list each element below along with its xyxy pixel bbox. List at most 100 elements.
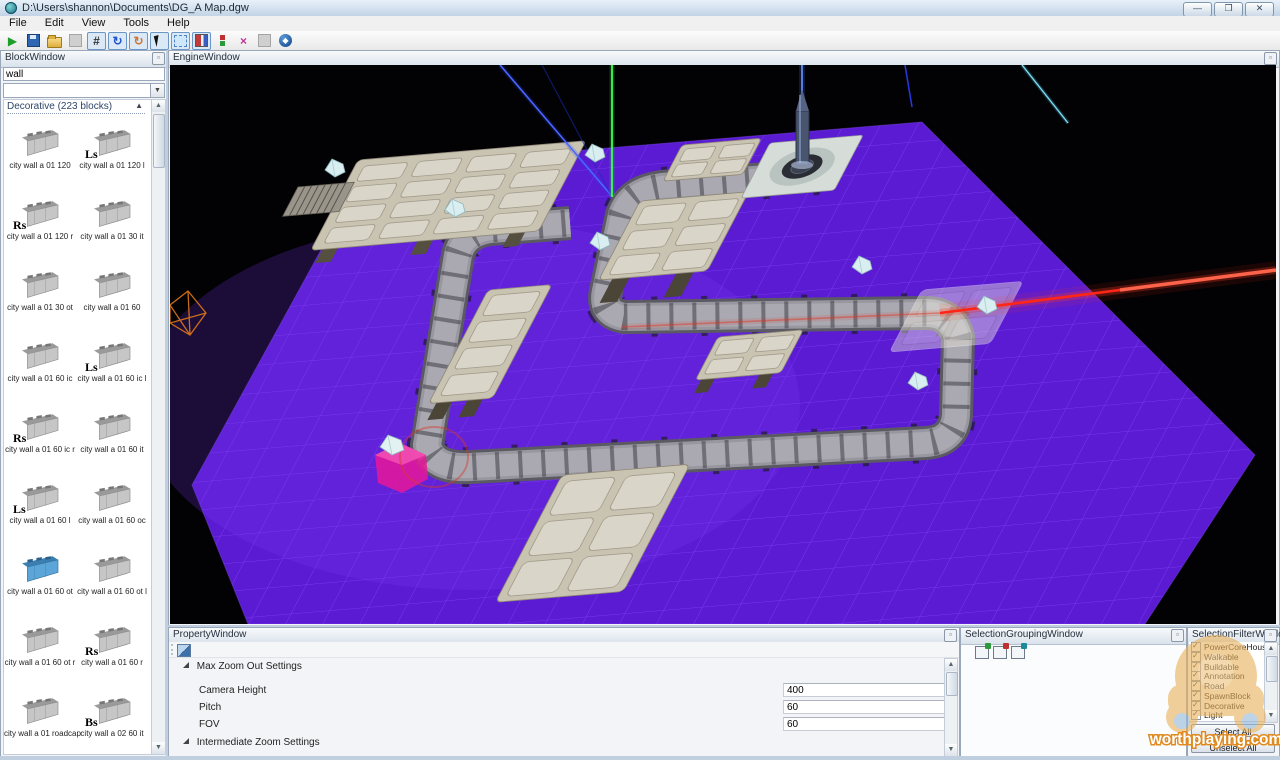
scroll-up-icon[interactable]: ▲ — [1265, 643, 1277, 655]
rotate-cw-icon[interactable]: ↻ — [108, 32, 127, 50]
block-item[interactable]: city wall a 01 60 ot r — [4, 614, 76, 685]
marquee-select-icon[interactable] — [171, 32, 190, 50]
window-titlebar[interactable]: D:\Users\shannon\Documents\DG_A Map.dgw … — [0, 0, 1280, 17]
chevron-down-icon[interactable]: ▼ — [150, 84, 164, 97]
block-item[interactable]: city wall a 01 30 it — [76, 188, 148, 259]
property-label: Pitch — [199, 702, 221, 713]
checkbox-icon[interactable] — [1191, 710, 1201, 720]
block-list-scrollbar[interactable]: ▲ ▼ — [151, 99, 166, 755]
block-item[interactable]: Rscity wall a 01 60 r — [76, 614, 148, 685]
block-item[interactable]: Bscity wall a 02 60 it — [76, 685, 148, 756]
expander-icon[interactable] — [183, 738, 189, 744]
scroll-down-icon[interactable]: ▼ — [945, 744, 957, 756]
scrollbar-thumb[interactable] — [946, 672, 958, 696]
block-item[interactable]: city wall a 01 120 — [4, 117, 76, 188]
block-item[interactable]: Lscity wall a 01 60 ic l — [76, 330, 148, 401]
close-icon[interactable]: ▫ — [152, 52, 165, 65]
expander-icon[interactable] — [183, 662, 189, 668]
main-toolbar: ▶ # ↻ ↻ × ◆ — [0, 31, 1280, 51]
block-item[interactable]: city wall a 01 60 it — [76, 401, 148, 472]
property-window: PropertyWindow ▫ Max Zoom Out Settings C… — [168, 627, 960, 757]
filter-item[interactable]: SpawnBlock — [1189, 691, 1266, 701]
create-group-icon[interactable] — [975, 646, 989, 659]
pitch-field[interactable] — [783, 700, 955, 714]
minimize-icon[interactable]: — — [1183, 2, 1212, 17]
block-search-input[interactable] — [3, 67, 165, 81]
filter-item[interactable]: Road — [1189, 681, 1266, 691]
window-title: D:\Users\shannon\Documents\DG_A Map.dgw — [22, 2, 249, 14]
wall-block-icon — [19, 123, 61, 159]
property-scrollbar[interactable]: ▲ ▼ — [944, 658, 958, 757]
block-item[interactable]: Lscity wall a 01 120 l — [76, 117, 148, 188]
block-window: BlockWindow ▫ ▼ Decorative (223 blocks) … — [0, 50, 168, 758]
block-category-header[interactable]: Decorative (223 blocks) ▲ — [7, 101, 145, 114]
menu-file[interactable]: File — [0, 16, 36, 31]
wall-block-icon — [91, 407, 133, 443]
remove-group-icon[interactable] — [993, 646, 1007, 659]
close-icon[interactable]: ▫ — [944, 629, 957, 642]
block-window-titlebar[interactable]: BlockWindow ▫ — [1, 51, 167, 68]
play-icon[interactable]: ▶ — [3, 32, 22, 50]
filter-item[interactable]: Decorative — [1189, 701, 1266, 711]
block-item[interactable]: city wall a 01 30 ot — [4, 259, 76, 330]
rotate-block-icon[interactable]: ↻ — [129, 32, 148, 50]
wall-block-icon — [19, 265, 61, 301]
property-group-header[interactable]: Intermediate Zoom Settings — [183, 737, 320, 748]
close-icon[interactable]: ✕ — [1245, 2, 1274, 17]
scrollbar-thumb[interactable] — [1266, 656, 1278, 682]
block-item[interactable]: city wall a 01 60 ot l — [76, 543, 148, 614]
save-icon[interactable] — [24, 32, 43, 50]
horizontal-splitter[interactable] — [168, 625, 1280, 627]
menu-help[interactable]: Help — [158, 16, 199, 31]
menu-edit[interactable]: Edit — [36, 16, 73, 31]
merge-group-icon[interactable] — [1011, 646, 1025, 659]
filter-item[interactable]: Annotation — [1189, 671, 1266, 681]
filter-scrollbar[interactable]: ▲ ▼ — [1264, 642, 1278, 723]
split-view-icon[interactable] — [192, 32, 211, 50]
grouping-window-titlebar[interactable]: SelectionGroupingWindow ▫ — [961, 628, 1186, 645]
scroll-down-icon[interactable]: ▼ — [1265, 710, 1277, 722]
select-all-button[interactable]: Select All — [1191, 724, 1275, 737]
block-item-highlighted[interactable]: city wall a 01 60 ot — [4, 543, 76, 614]
block-category-select[interactable]: ▼ — [3, 83, 165, 98]
shuffle-icon[interactable]: × — [234, 32, 253, 50]
property-group-header[interactable]: Max Zoom Out Settings — [183, 661, 302, 672]
camera-height-field[interactable] — [783, 683, 955, 697]
filter-item[interactable]: Walkable — [1189, 652, 1266, 662]
engine-viewport[interactable] — [170, 65, 1276, 624]
engine-window: EngineWindow ▫ — [168, 50, 1280, 627]
block-item[interactable]: city wall a 01 roadcap — [4, 685, 76, 756]
scrollbar-thumb[interactable] — [153, 114, 165, 168]
filter-item[interactable]: Buildable — [1189, 662, 1266, 672]
waypoint-icon[interactable] — [213, 32, 232, 50]
menu-tools[interactable]: Tools — [114, 16, 158, 31]
scroll-down-icon[interactable]: ▼ — [152, 742, 165, 754]
menu-view[interactable]: View — [73, 16, 115, 31]
block-item[interactable]: Rscity wall a 01 120 r — [4, 188, 76, 259]
chevron-up-icon[interactable]: ▲ — [135, 101, 143, 110]
close-icon[interactable]: ▫ — [1171, 629, 1184, 642]
restore-icon[interactable]: ❐ — [1214, 2, 1243, 17]
close-icon[interactable]: ▫ — [1264, 629, 1277, 642]
properties-icon[interactable] — [177, 644, 191, 657]
filter-item[interactable]: Light — [1189, 711, 1266, 721]
cursor-select-icon[interactable] — [150, 32, 169, 50]
scroll-up-icon[interactable]: ▲ — [945, 659, 957, 671]
block-item[interactable]: city wall a 01 60 — [76, 259, 148, 330]
block-item[interactable]: city wall a 01 60 oc — [76, 472, 148, 543]
scroll-up-icon[interactable]: ▲ — [152, 100, 165, 112]
grid-snap-icon[interactable]: # — [87, 32, 106, 50]
close-icon[interactable]: ▫ — [1264, 52, 1277, 65]
fov-field[interactable] — [783, 717, 955, 731]
unselect-all-button[interactable]: Unselect All — [1191, 740, 1275, 753]
block-item[interactable]: Rscity wall a 01 60 ic r — [4, 401, 76, 472]
vertical-splitter[interactable] — [166, 50, 168, 756]
engine-viewport-3d-scene[interactable] — [170, 65, 1276, 624]
compass-icon[interactable]: ◆ — [276, 32, 295, 50]
property-toolbar — [169, 642, 959, 658]
block-item[interactable]: Lscity wall a 01 60 l — [4, 472, 76, 543]
property-label: FOV — [199, 719, 220, 730]
open-folder-icon[interactable] — [45, 32, 64, 50]
filter-item[interactable]: PowerCoreHousing — [1189, 642, 1266, 652]
block-item[interactable]: city wall a 01 60 ic — [4, 330, 76, 401]
